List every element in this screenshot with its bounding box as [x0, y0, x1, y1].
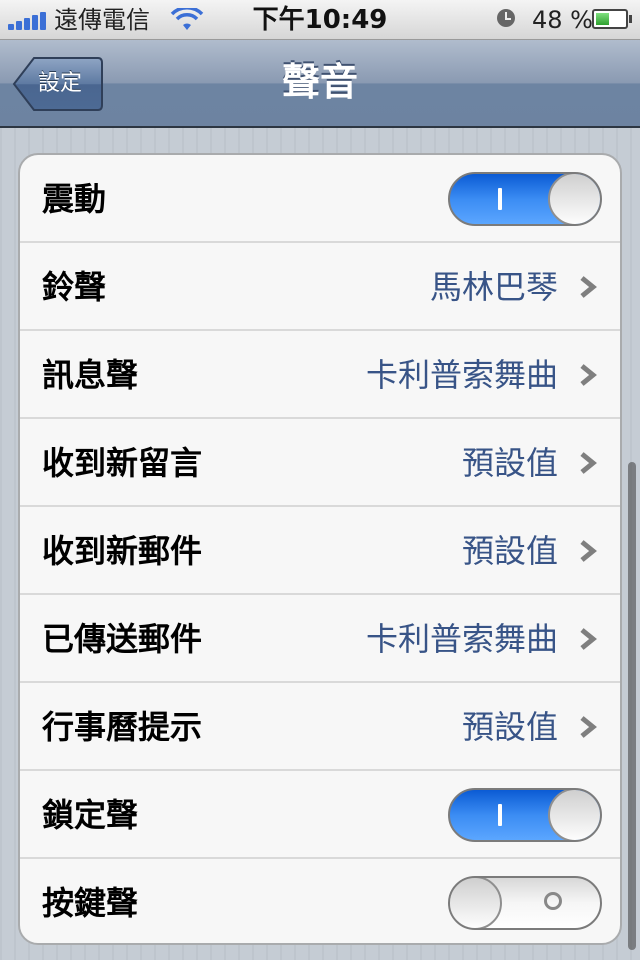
row-value: 卡利普索舞曲 — [365, 356, 558, 394]
battery-percent: 48 % — [532, 6, 593, 34]
row-label: 收到新留言 — [42, 444, 203, 482]
settings-row-calendar-alerts[interactable]: 行事曆提示 預設值 — [20, 683, 620, 771]
row-label: 按鍵聲 — [42, 884, 139, 922]
toggle-knob[interactable] — [548, 790, 600, 840]
chevron-right-icon — [580, 364, 597, 386]
toggle-on-mark — [498, 188, 502, 210]
row-value: 預設值 — [461, 532, 558, 570]
chevron-right-icon — [580, 540, 597, 562]
chevron-right-icon — [580, 452, 597, 474]
row-label: 行事曆提示 — [42, 708, 203, 746]
toggle-off-mark — [544, 892, 562, 910]
toggle-knob[interactable] — [548, 174, 600, 224]
row-label: 鎖定聲 — [42, 796, 139, 834]
settings-row-new-mail[interactable]: 收到新郵件 預設值 — [20, 507, 620, 595]
row-value: 預設值 — [461, 444, 558, 482]
row-label: 震動 — [42, 180, 107, 218]
chevron-right-icon — [580, 276, 597, 298]
settings-row-vibrate: 震動 — [20, 155, 620, 243]
status-bar: 遠傳電信 下午10:49 48 % — [0, 0, 640, 40]
clock-icon — [497, 9, 515, 27]
scroll-indicator[interactable] — [628, 462, 636, 950]
row-label: 已傳送郵件 — [42, 620, 203, 658]
settings-row-keyboard-clicks: 按鍵聲 — [20, 859, 620, 943]
settings-row-lock-sounds: 鎖定聲 — [20, 771, 620, 859]
sound-settings-group: 震動 鈴聲 馬林巴琴 訊息聲 卡利普索舞曲 收到新留言 預設值 收到新郵件 預設… — [18, 153, 622, 945]
page-title: 聲音 — [281, 60, 358, 104]
lock-sounds-toggle[interactable] — [448, 788, 602, 842]
row-value: 馬林巴琴 — [429, 268, 558, 306]
row-label: 收到新郵件 — [42, 532, 203, 570]
chevron-right-icon — [580, 628, 597, 650]
navigation-bar: 設定 聲音 — [0, 40, 640, 128]
vibrate-toggle[interactable] — [448, 172, 602, 226]
row-value: 預設值 — [461, 708, 558, 746]
battery-icon — [592, 9, 632, 29]
settings-row-ringtone[interactable]: 鈴聲 馬林巴琴 — [20, 243, 620, 331]
toggle-knob[interactable] — [450, 878, 502, 928]
row-label: 訊息聲 — [42, 356, 139, 394]
settings-row-new-voicemail[interactable]: 收到新留言 預設值 — [20, 419, 620, 507]
row-label: 鈴聲 — [42, 268, 107, 306]
toggle-on-mark — [498, 804, 502, 826]
settings-row-text-tone[interactable]: 訊息聲 卡利普索舞曲 — [20, 331, 620, 419]
keyboard-clicks-toggle[interactable] — [448, 876, 602, 930]
settings-row-sent-mail[interactable]: 已傳送郵件 卡利普索舞曲 — [20, 595, 620, 683]
chevron-right-icon — [580, 716, 597, 738]
row-value: 卡利普索舞曲 — [365, 620, 558, 658]
